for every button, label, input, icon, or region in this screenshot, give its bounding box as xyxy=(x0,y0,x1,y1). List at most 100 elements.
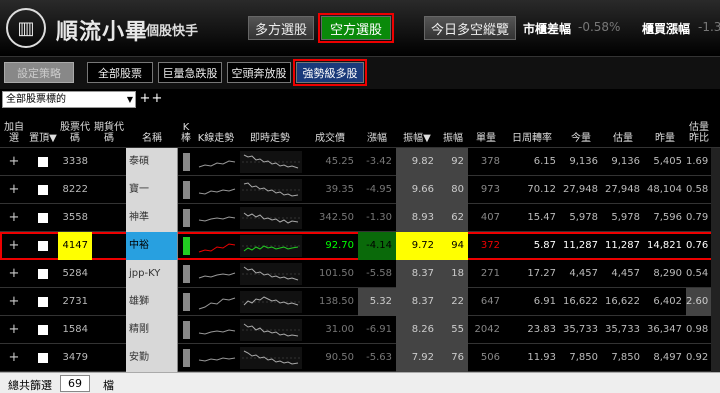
col-turnover[interactable]: 日周轉率 xyxy=(504,112,560,148)
add-to-watchlist-button[interactable]: + xyxy=(4,204,24,232)
add-to-watchlist-button[interactable]: + xyxy=(4,148,24,176)
stock-code: 3558 xyxy=(62,212,88,223)
pin-checkbox[interactable] xyxy=(38,297,48,307)
pin-checkbox[interactable] xyxy=(38,325,48,335)
set-strategy-button[interactable]: 設定策略 xyxy=(4,62,74,83)
stock-name[interactable]: 寶一 xyxy=(126,176,178,204)
price-value: 101.50 xyxy=(319,268,354,279)
stock-name[interactable]: 泰碩 xyxy=(126,148,178,176)
add-to-watchlist-button[interactable]: + xyxy=(4,288,24,316)
table-row[interactable]: + 2731 雄獅 138.50 5.32 8.37 22 647 6.91 1… xyxy=(0,288,720,316)
col-price[interactable]: 成交價 xyxy=(302,112,358,148)
table-header: 加自選 置頂▼ 股票代碼 期貨代碼 名稱 K棒 K線走勢 即時走勢 成交價 漲幅… xyxy=(0,112,720,148)
est-volume-value: 16,622 xyxy=(605,296,640,307)
volume-value: 378 xyxy=(480,156,500,167)
col-est-volume[interactable]: 估量 xyxy=(602,112,644,148)
intraday-sparkline xyxy=(240,151,302,173)
yest-volume-value: 7,596 xyxy=(653,212,682,223)
stock-code: 8222 xyxy=(62,184,88,195)
table-row[interactable]: + 4147 中裕 92.70 -4.14 9.72 94 372 5.87 1… xyxy=(0,232,720,260)
long-picks-button[interactable]: 多方選股 xyxy=(248,16,314,40)
stock-name[interactable]: jpp-KY xyxy=(126,260,178,288)
price-value: 90.50 xyxy=(325,352,354,363)
total-volume-value: 7,850 xyxy=(569,352,598,363)
col-kline[interactable]: K線走勢 xyxy=(194,112,238,148)
col-pin[interactable]: 置頂▼ xyxy=(28,112,58,148)
add-to-watchlist-button[interactable]: + xyxy=(4,232,24,260)
futures-code xyxy=(92,288,126,316)
col-amplitude-sorted[interactable]: 振幅▼ xyxy=(396,112,438,148)
futures-code xyxy=(92,260,126,288)
futures-code xyxy=(92,176,126,204)
table-row[interactable]: + 8222 寶一 39.35 -4.95 9.66 80 973 70.12 … xyxy=(0,176,720,204)
vertical-scrollbar[interactable] xyxy=(711,148,720,372)
col-change[interactable]: 漲幅 xyxy=(358,112,396,148)
market-overview-button[interactable]: 今日多空縱覽 xyxy=(424,16,516,40)
est-ratio-value: 0.92 xyxy=(686,352,709,363)
col-kbar[interactable]: K棒 xyxy=(178,112,194,148)
stock-code: 3479 xyxy=(62,352,88,363)
table-row[interactable]: + 1584 精剛 31.00 -6.91 8.26 55 2042 23.83… xyxy=(0,316,720,344)
col-yest-volume[interactable]: 昨量 xyxy=(644,112,686,148)
pin-checkbox[interactable] xyxy=(38,157,48,167)
est-ratio-value: 2.60 xyxy=(686,288,712,316)
k-bar-icon xyxy=(183,321,190,339)
change-value: -3.42 xyxy=(366,156,392,167)
stock-code: 4147 xyxy=(58,232,92,260)
pin-checkbox[interactable] xyxy=(38,213,48,223)
total-volume-value: 4,457 xyxy=(569,268,598,279)
stock-name[interactable]: 中裕 xyxy=(126,232,178,260)
col-amplitude[interactable]: 振幅 xyxy=(438,112,468,148)
stock-name[interactable]: 安勤 xyxy=(126,344,178,372)
col-est-ratio[interactable]: 估量昨比 xyxy=(686,112,712,148)
est-volume-value: 5,978 xyxy=(611,212,640,223)
stock-name[interactable]: 精剛 xyxy=(126,316,178,344)
change-value: -1.30 xyxy=(366,212,392,223)
turnover-value: 23.83 xyxy=(527,324,556,335)
logo-icon: ▥ xyxy=(6,8,46,48)
add-to-watchlist-button[interactable]: + xyxy=(4,260,24,288)
total-volume-value: 5,978 xyxy=(569,212,598,223)
col-volume[interactable]: 單量 xyxy=(468,112,504,148)
yest-volume-value: 8,497 xyxy=(653,352,682,363)
volume-plunge-button[interactable]: 巨量急跌股 xyxy=(158,62,222,83)
intraday-sparkline xyxy=(240,291,302,313)
total-volume-value: 35,733 xyxy=(563,324,598,335)
col-futures[interactable]: 期貨代碼 xyxy=(92,112,126,148)
pin-checkbox[interactable] xyxy=(38,269,48,279)
add-to-watchlist-button[interactable]: + xyxy=(4,344,24,372)
est-volume-value: 11,287 xyxy=(605,240,640,251)
pin-checkbox[interactable] xyxy=(38,241,48,251)
stock-name[interactable]: 雄獅 xyxy=(126,288,178,316)
yest-volume-value: 48,104 xyxy=(647,184,682,195)
est-ratio-value: 0.76 xyxy=(686,240,709,251)
pin-checkbox[interactable] xyxy=(38,185,48,195)
stock-name[interactable]: 神準 xyxy=(126,204,178,232)
add-to-watchlist-button[interactable]: + xyxy=(4,176,24,204)
short-picks-button[interactable]: 空方選股 xyxy=(318,13,394,43)
table-row[interactable]: + 3338 泰碩 45.25 -3.42 9.82 92 378 6.15 9… xyxy=(0,148,720,176)
col-intraday[interactable]: 即時走勢 xyxy=(238,112,302,148)
est-volume-value: 4,457 xyxy=(611,268,640,279)
add-scope-button[interactable]: + xyxy=(150,91,164,108)
strong-bull-button[interactable]: 強勢級多股 xyxy=(293,59,367,86)
pin-checkbox[interactable] xyxy=(38,353,48,363)
col-add[interactable]: 加自選 xyxy=(0,112,28,148)
total-volume-value: 16,622 xyxy=(563,296,598,307)
table-row[interactable]: + 5284 jpp-KY 101.50 -5.58 8.37 18 271 1… xyxy=(0,260,720,288)
amplitude-value: 8.93 xyxy=(396,204,438,232)
table-row[interactable]: + 3479 安勤 90.50 -5.63 7.92 76 506 11.93 … xyxy=(0,344,720,372)
amplitude-rank: 55 xyxy=(438,316,468,344)
k-line-sparkline xyxy=(198,357,236,362)
brand-subtitle: 個股快手 xyxy=(146,24,199,39)
add-to-watchlist-button[interactable]: + xyxy=(4,316,24,344)
futures-code xyxy=(92,148,126,176)
amplitude-value: 7.92 xyxy=(396,344,438,372)
col-code[interactable]: 股票代碼 xyxy=(58,112,92,148)
table-row[interactable]: + 3558 神準 342.50 -1.30 8.93 62 407 15.47… xyxy=(0,204,720,232)
stock-scope-select[interactable]: 全部股票標的 ▼ xyxy=(2,91,136,108)
col-name[interactable]: 名稱 xyxy=(126,112,178,148)
all-stocks-button[interactable]: 全部股票 xyxy=(87,62,153,83)
bear-run-button[interactable]: 空頭奔放股 xyxy=(227,62,291,83)
col-total-volume[interactable]: 今量 xyxy=(560,112,602,148)
